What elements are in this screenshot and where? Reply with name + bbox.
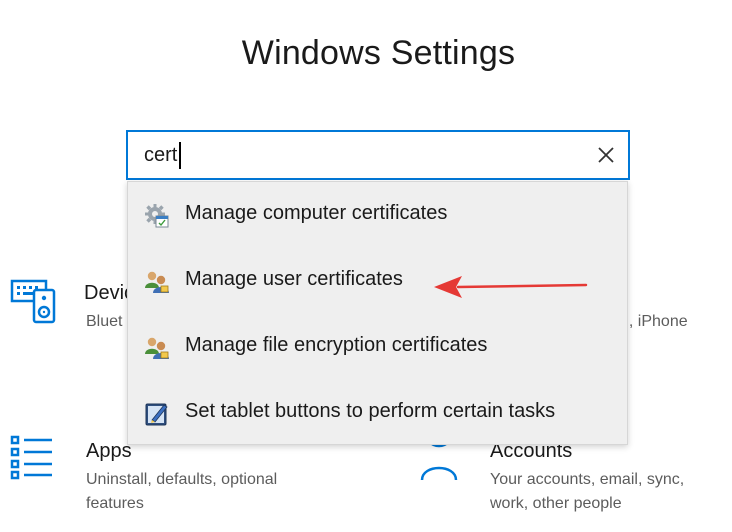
- tile-devices-desc: Bluet: [86, 313, 123, 330]
- search-box[interactable]: [126, 130, 630, 180]
- users-icon: [144, 335, 170, 361]
- search-suggestions-dropdown: Manage computer certificates Manage user…: [127, 181, 628, 445]
- certificate-gear-icon: [144, 203, 170, 229]
- clear-search-button[interactable]: [594, 143, 618, 167]
- tile-accounts-desc: Your accounts, email, sync, work, other …: [490, 471, 685, 512]
- keyboard-speaker-icon: [10, 276, 58, 329]
- tile-phone-desc: d, iPhone: [620, 313, 688, 330]
- suggestion-set-tablet-buttons[interactable]: Set tablet buttons to perform certain ta…: [128, 380, 627, 446]
- red-arrow-annotation-icon: [434, 276, 588, 298]
- suggestion-label: Manage computer certificates: [185, 202, 448, 224]
- users-icon: [144, 269, 170, 295]
- tile-apps-desc: Uninstall, defaults, optional features: [86, 471, 278, 512]
- page-title: Windows Settings: [241, 34, 516, 72]
- tablet-pen-icon: [144, 401, 170, 427]
- apps-list-icon: [10, 434, 58, 487]
- tile-accounts[interactable]: Accounts Your accounts, email, sync, wor…: [416, 416, 732, 524]
- tile-apps[interactable]: Apps Uninstall, defaults, optional featu…: [10, 434, 340, 524]
- tile-apps-name: Apps: [86, 440, 132, 462]
- suggestion-label: Set tablet buttons to perform certain ta…: [185, 400, 556, 422]
- close-icon: [598, 147, 614, 163]
- search-input[interactable]: [144, 140, 574, 170]
- text-caret: [179, 142, 181, 169]
- suggestion-label: Manage file encryption certificates: [185, 334, 488, 356]
- suggestion-label: Manage user certificates: [185, 268, 403, 290]
- settings-page: Windows Settings Devic Bluet d, iPhone A…: [0, 0, 732, 532]
- suggestion-manage-computer-certificates[interactable]: Manage computer certificates: [128, 182, 627, 248]
- suggestion-manage-file-encryption-certificates[interactable]: Manage file encryption certificates: [128, 314, 627, 380]
